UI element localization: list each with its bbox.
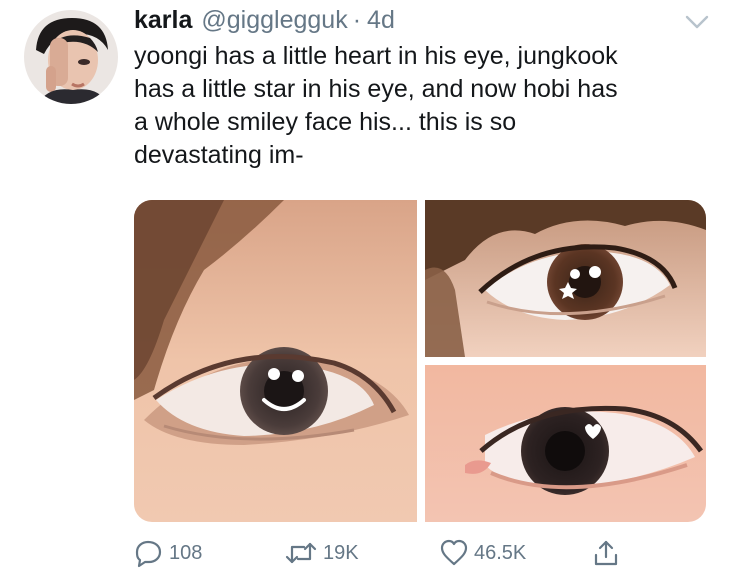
reply-count: 108	[169, 541, 203, 564]
tweet-header: karla @giggleggu​k · 4d	[134, 6, 395, 36]
retweet-button[interactable]: 19K	[284, 536, 359, 570]
reply-button[interactable]: 108	[134, 536, 202, 570]
avatar[interactable]	[24, 10, 118, 104]
tweet: karla @giggleggu​k · 4d yoongi has a lit…	[0, 0, 736, 588]
tweet-text: yoongi has a little heart in his eye, ju…	[134, 42, 618, 169]
photo-smiley-eye[interactable]	[134, 200, 417, 522]
photo-heart-eye[interactable]	[425, 365, 706, 522]
like-button[interactable]: 46.5K	[439, 536, 526, 570]
media-grid	[134, 200, 706, 522]
retweet-count: 19K	[323, 541, 359, 564]
timestamp[interactable]: 4d	[367, 6, 395, 35]
retweet-icon	[284, 538, 318, 568]
photo-star-eye[interactable]	[425, 200, 706, 357]
share-icon	[592, 538, 620, 568]
display-name[interactable]: karla	[134, 6, 192, 35]
separator-dot: ·	[352, 6, 362, 34]
user-handle[interactable]: @giggleggu​k	[201, 6, 347, 35]
like-count: 46.5K	[474, 541, 527, 564]
action-bar: 108 19K 46.5K	[134, 536, 734, 570]
chevron-down-icon[interactable]	[684, 14, 710, 30]
reply-icon	[134, 538, 164, 568]
share-button[interactable]	[592, 536, 620, 570]
heart-icon	[439, 538, 469, 568]
